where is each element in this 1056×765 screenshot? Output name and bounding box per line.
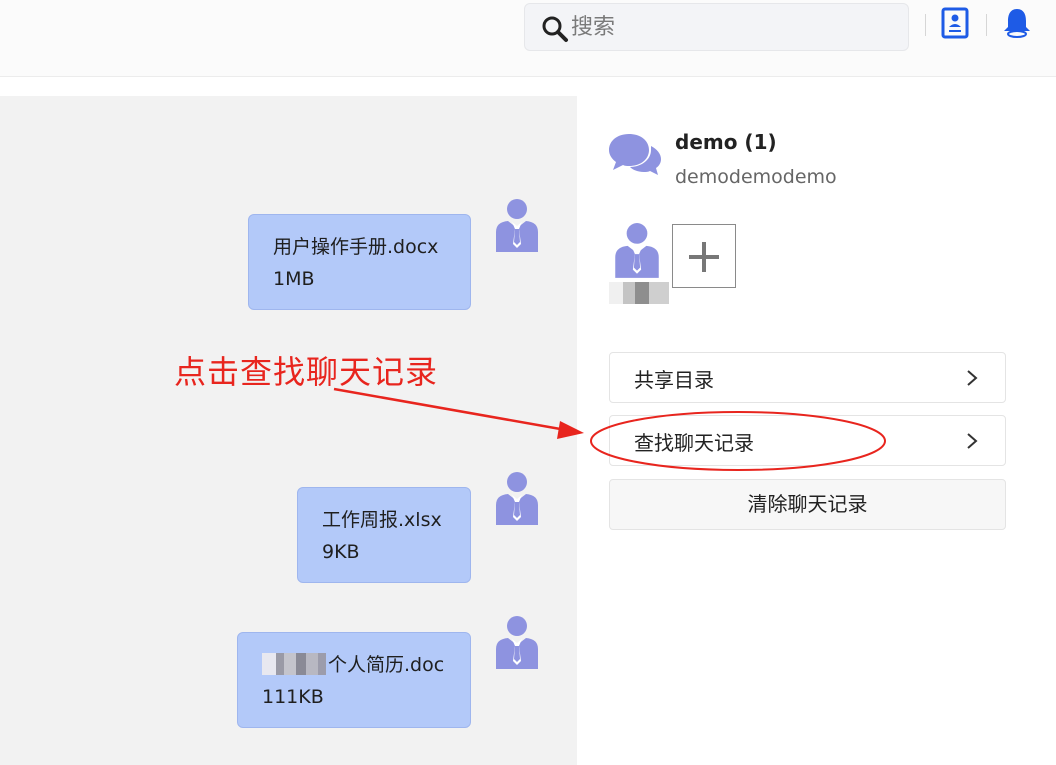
file-message-bubble[interactable]: 个人简历.doc 111KB	[237, 632, 471, 728]
add-member-button[interactable]	[672, 224, 736, 288]
contacts-icon[interactable]	[938, 6, 972, 40]
search-box[interactable]	[524, 3, 909, 51]
blurred-text	[262, 653, 326, 675]
chat-info-panel: demo (1) demodemodemo 共享目录 查找聊天记录 清除聊天记录	[577, 96, 1056, 765]
user-avatar-icon	[496, 199, 538, 252]
find-chat-history-item[interactable]: 查找聊天记录	[609, 415, 1006, 466]
bell-icon[interactable]	[1000, 6, 1034, 40]
menu-label: 共享目录	[634, 368, 714, 392]
user-avatar-icon	[496, 616, 538, 669]
chevron-right-icon	[967, 433, 978, 449]
divider	[925, 14, 926, 36]
user-avatar-icon	[496, 472, 538, 525]
chevron-right-icon	[967, 370, 978, 386]
member-avatar-icon[interactable]	[613, 222, 661, 280]
divider	[986, 14, 987, 36]
file-name: 工作周报.xlsx	[322, 509, 442, 531]
file-message-bubble[interactable]: 工作周报.xlsx 9KB	[297, 487, 471, 583]
file-size: 9KB	[322, 541, 360, 563]
blurred-member-name	[609, 282, 669, 304]
group-name: demo (1)	[675, 130, 777, 154]
search-icon	[542, 16, 568, 42]
annotation-text: 点击查找聊天记录	[174, 353, 439, 391]
top-bar	[0, 0, 1056, 77]
file-name-row: 个人简历.doc	[262, 649, 446, 681]
clear-chat-history-button[interactable]: 清除聊天记录	[609, 479, 1006, 530]
search-input[interactable]	[571, 8, 891, 46]
group-description: demodemodemo	[675, 166, 837, 188]
shared-directory-item[interactable]: 共享目录	[609, 352, 1006, 403]
file-size: 1MB	[273, 268, 315, 290]
file-name: 个人简历.doc	[328, 654, 445, 676]
file-message-bubble[interactable]: 用户操作手册.docx 1MB	[248, 214, 471, 310]
file-size: 111KB	[262, 686, 324, 708]
file-name: 用户操作手册.docx	[273, 236, 439, 258]
menu-label: 查找聊天记录	[634, 431, 754, 455]
chat-bubbles-icon	[609, 134, 661, 175]
